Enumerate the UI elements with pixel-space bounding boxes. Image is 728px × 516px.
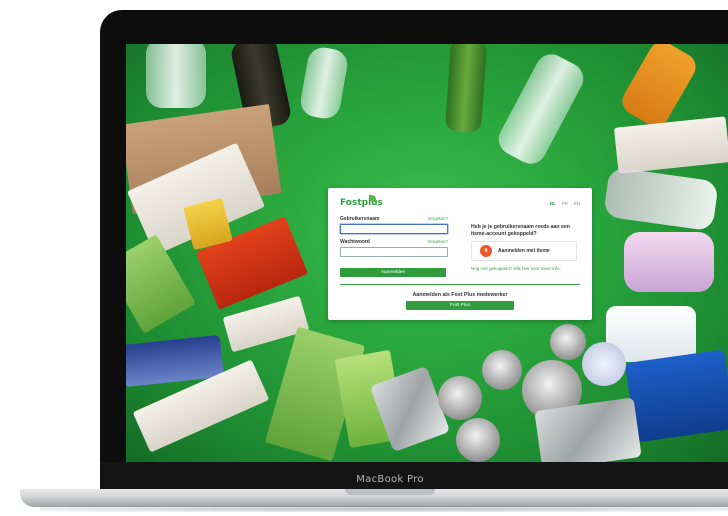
language-switcher: NL FR EN (550, 201, 580, 206)
username-label: Gebruikersnaam (340, 216, 380, 222)
laptop-notch (345, 489, 435, 495)
screen: Fostplus NL FR EN Gebruikersnaam Vergete… (126, 44, 728, 462)
itsme-button-label: Aanmelden met itsme (498, 248, 550, 254)
leaf-icon (369, 195, 376, 202)
cup-image (582, 342, 626, 386)
divider (340, 284, 580, 285)
green-carton-left-image (126, 234, 196, 334)
itsme-login-button[interactable]: it Aanmelden met itsme (471, 241, 577, 261)
forgot-username-link[interactable]: Vergeten? (426, 216, 448, 221)
clear-bottle-image (298, 45, 350, 121)
green-bottle-image (444, 44, 488, 134)
model-label: MacBook Pro (356, 474, 424, 485)
can-image-3 (456, 418, 500, 462)
white-carton-image (613, 116, 728, 174)
pink-bottle-image (603, 166, 719, 232)
can-image-1 (438, 376, 482, 420)
username-input[interactable] (340, 224, 448, 234)
forgot-password-link[interactable]: Vergeten? (426, 239, 448, 244)
itsme-icon: it (480, 245, 492, 257)
laptop-shadow (40, 506, 728, 512)
login-panel: Fostplus NL FR EN Gebruikersnaam Vergete… (328, 188, 592, 320)
blue-crate-image (624, 349, 728, 443)
password-label: Wachtwoord (340, 239, 370, 245)
itsme-help-link[interactable]: Nog niet gekoppeld? Klik hier voor meer … (471, 266, 561, 271)
can-image-2 (482, 350, 522, 390)
language-en[interactable]: EN (574, 201, 580, 206)
language-fr[interactable]: FR (562, 201, 568, 206)
fostplus-staff-button[interactable]: Fost Plus (406, 301, 514, 310)
fostplus-logo: Fostplus (340, 198, 383, 208)
plastic-bottle-image (493, 48, 589, 170)
login-button[interactable]: Aanmelden (340, 268, 446, 277)
glass-jar-image (146, 44, 206, 108)
orange-bottle-image (617, 44, 701, 132)
can-image-4 (550, 324, 586, 360)
password-input[interactable] (340, 247, 448, 257)
detergent-bottle-image (624, 232, 714, 292)
language-nl[interactable]: NL (550, 201, 556, 206)
itsme-question: Heb je je gebruikersnaam reeds aan een i… (471, 224, 570, 237)
staff-login-title: Aanmelden als Fost Plus medewerker (412, 292, 508, 298)
